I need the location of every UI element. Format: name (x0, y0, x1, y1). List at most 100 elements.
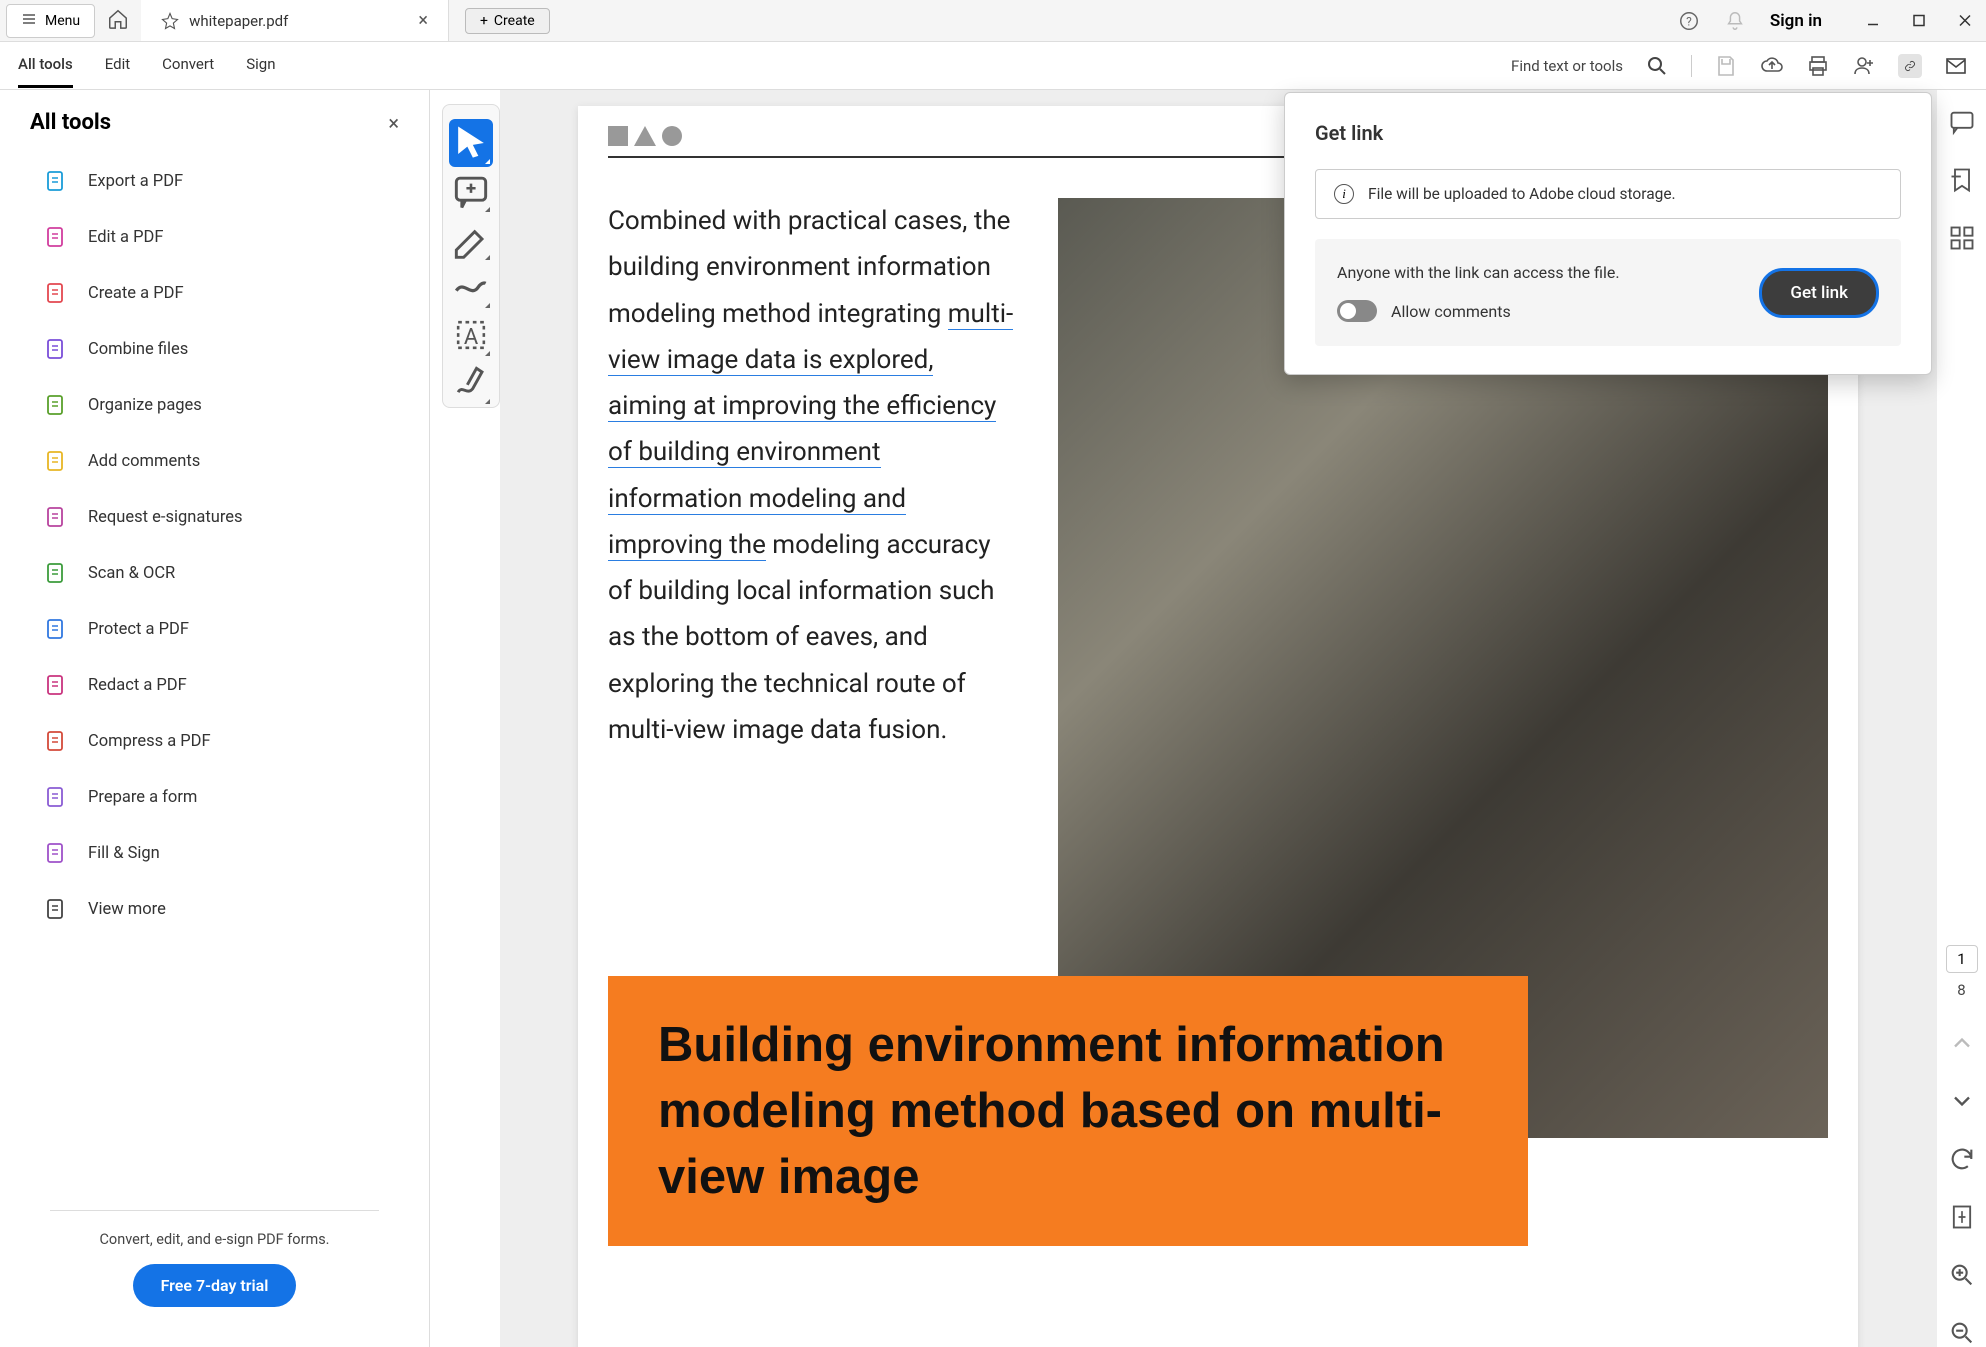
minimize-button[interactable] (1866, 11, 1880, 30)
hamburger-icon (21, 11, 37, 31)
tab-all-tools[interactable]: All tools (18, 43, 73, 88)
link-icon[interactable] (1898, 54, 1922, 78)
home-button[interactable] (95, 0, 141, 42)
tab-sign[interactable]: Sign (246, 43, 275, 88)
bookmarks-icon[interactable] (1948, 166, 1976, 194)
access-left: Anyone with the link can access the file… (1337, 263, 1735, 322)
sidebar-item-combine-files[interactable]: Combine files (0, 321, 429, 377)
text-tool[interactable]: A (449, 311, 493, 359)
cloud-upload-icon[interactable] (1760, 54, 1784, 78)
maximize-button[interactable] (1912, 11, 1926, 30)
menu-button[interactable]: Menu (6, 4, 95, 38)
sidebar-item-request-e-signatures[interactable]: Request e-signatures (0, 489, 429, 545)
sidebar-item-label: Create a PDF (88, 284, 184, 303)
sidebar-item-label: Redact a PDF (88, 676, 187, 695)
sidebar-item-label: Add comments (88, 452, 200, 471)
sidebar-item-scan-ocr[interactable]: Scan & OCR (0, 545, 429, 601)
add-person-icon[interactable] (1852, 54, 1876, 78)
sidebar-item-protect-a-pdf[interactable]: Protect a PDF (0, 601, 429, 657)
info-text: File will be uploaded to Adobe cloud sto… (1368, 185, 1676, 203)
sidebar-item-organize-pages[interactable]: Organize pages (0, 377, 429, 433)
get-link-button[interactable]: Get link (1759, 268, 1879, 318)
sidebar-item-label: Compress a PDF (88, 732, 211, 751)
info-box: i File will be uploaded to Adobe cloud s… (1315, 169, 1901, 219)
tab-convert[interactable]: Convert (162, 43, 214, 88)
sidebar-item-label: View more (88, 900, 166, 919)
sidebar-item-prepare-a-form[interactable]: Prepare a form (0, 769, 429, 825)
sidebar-item-export-a-pdf[interactable]: Export a PDF (0, 153, 429, 209)
paragraph-underlined: multi-view image data is explored, aimin… (608, 299, 1013, 561)
page-current-input[interactable]: 1 (1946, 945, 1978, 973)
circle-icon (662, 126, 682, 146)
orange-heading-block: Building environment information modelin… (608, 976, 1528, 1246)
right-rail: 1 8 (1936, 90, 1986, 1347)
tool-icon (44, 337, 68, 361)
print-icon[interactable] (1806, 54, 1830, 78)
tool-icon (44, 841, 68, 865)
thumbnails-icon[interactable] (1948, 224, 1976, 252)
free-trial-button[interactable]: Free 7-day trial (133, 1264, 297, 1307)
tab-close-button[interactable]: × (418, 10, 428, 31)
create-label: Create (494, 13, 535, 29)
sidebar-close-button[interactable]: × (388, 111, 399, 135)
draw-tool[interactable] (449, 263, 493, 311)
zoom-out-icon[interactable] (1948, 1319, 1976, 1347)
page-down-icon[interactable] (1948, 1087, 1976, 1115)
sidebar-item-label: Scan & OCR (88, 564, 175, 583)
page-up-icon[interactable] (1948, 1029, 1976, 1057)
close-window-button[interactable] (1958, 11, 1972, 30)
page-view-icon[interactable] (1948, 1203, 1976, 1231)
comments-panel-icon[interactable] (1948, 108, 1976, 136)
select-tool[interactable] (449, 119, 493, 167)
popover-title: Get link (1315, 121, 1901, 145)
sidebar-header: All tools × (0, 110, 429, 153)
sidebar-item-view-more[interactable]: View more (0, 881, 429, 937)
tool-icon (44, 505, 68, 529)
highlight-tool[interactable] (449, 215, 493, 263)
sidebar-title: All tools (30, 110, 111, 135)
paragraph-part2: modeling accuracy of building local info… (608, 530, 994, 745)
orange-heading: Building environment information modelin… (658, 1012, 1478, 1210)
svg-text:?: ? (1686, 14, 1692, 28)
sign-in-button[interactable]: Sign in (1770, 11, 1822, 31)
tab-name: whitepaper.pdf (189, 12, 288, 30)
info-icon: i (1334, 184, 1354, 204)
create-button[interactable]: + Create (465, 8, 550, 34)
tab-edit[interactable]: Edit (105, 43, 130, 88)
sidebar-item-create-a-pdf[interactable]: Create a PDF (0, 265, 429, 321)
sidebar-item-redact-a-pdf[interactable]: Redact a PDF (0, 657, 429, 713)
secondary-toolbar: All tools Edit Convert Sign Find text or… (0, 42, 1986, 90)
divider (50, 1210, 379, 1211)
sidebar-item-edit-a-pdf[interactable]: Edit a PDF (0, 209, 429, 265)
email-icon[interactable] (1944, 54, 1968, 78)
access-description: Anyone with the link can access the file… (1337, 263, 1735, 282)
find-label[interactable]: Find text or tools (1511, 57, 1623, 75)
sidebar-item-compress-a-pdf[interactable]: Compress a PDF (0, 713, 429, 769)
sidebar-item-add-comments[interactable]: Add comments (0, 433, 429, 489)
fill-sign-tool[interactable] (449, 359, 493, 407)
search-icon[interactable] (1645, 54, 1669, 78)
allow-comments-row: Allow comments (1337, 300, 1735, 322)
tool-icon (44, 393, 68, 417)
allow-comments-toggle[interactable] (1337, 300, 1377, 322)
document-tab[interactable]: whitepaper.pdf × (141, 0, 449, 41)
vertical-tool-strip: A (442, 104, 500, 408)
all-tools-sidebar: All tools × Export a PDFEdit a PDF Create… (0, 90, 430, 1347)
tool-icon (44, 897, 68, 921)
sidebar-item-fill-sign[interactable]: Fill & Sign (0, 825, 429, 881)
menu-label: Menu (45, 13, 80, 29)
star-icon[interactable] (161, 12, 179, 30)
zoom-in-icon[interactable] (1948, 1261, 1976, 1289)
sidebar-footer-text: Convert, edit, and e-sign PDF forms. (20, 1231, 409, 1248)
rotate-icon[interactable] (1948, 1145, 1976, 1173)
sidebar-item-label: Prepare a form (88, 788, 197, 807)
access-box: Anyone with the link can access the file… (1315, 239, 1901, 346)
sidebar-items: Export a PDFEdit a PDF Create a PDF Combin… (0, 153, 429, 937)
allow-comments-label: Allow comments (1391, 302, 1511, 321)
help-icon[interactable]: ? (1678, 10, 1700, 32)
sidebar-item-label: Organize pages (88, 396, 202, 415)
save-icon[interactable] (1714, 54, 1738, 78)
comment-tool[interactable] (449, 167, 493, 215)
tool-icon (44, 225, 68, 249)
bell-icon[interactable] (1724, 10, 1746, 32)
